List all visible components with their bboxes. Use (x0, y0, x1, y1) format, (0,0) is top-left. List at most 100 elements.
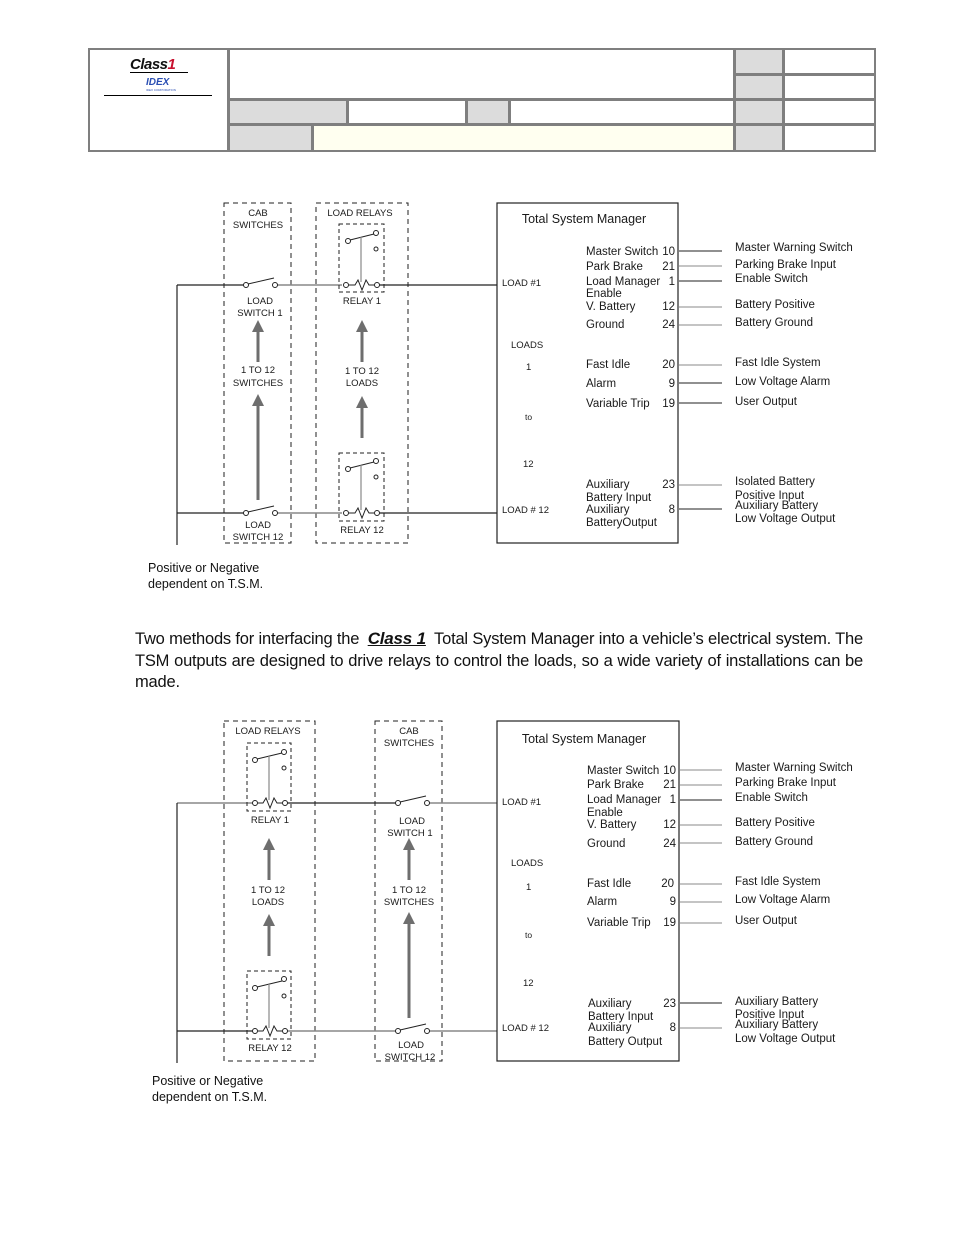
range-label: 1 TO 12 (345, 366, 379, 377)
pin-output: Low Voltage Alarm (735, 894, 830, 906)
header-field-value (785, 76, 874, 101)
pin-name: Park Brake (587, 779, 644, 791)
switch-label: SWITCH 12 (233, 532, 284, 543)
pin-output: Low Voltage Output (735, 513, 836, 525)
loads-from: 1 (526, 362, 531, 373)
logo-rule (104, 95, 212, 96)
pin-output: Battery Ground (735, 836, 813, 848)
pin-name: Load Manager (587, 794, 661, 806)
pin-name: Auxiliary (586, 504, 630, 516)
pin-output: Master Warning Switch (735, 762, 853, 774)
pin-number: 19 (663, 917, 676, 929)
logo-cell: Class1 IDEX IDEX CORPORATION (90, 50, 230, 150)
cab-box-title: SWITCHES (233, 220, 283, 231)
tsm-title: Total System Manager (522, 212, 646, 226)
pin-output: Enable Switch (735, 273, 808, 285)
load-switch-12-symbol (243, 505, 278, 516)
load-label: LOAD # 12 (502, 505, 549, 516)
pin-name: Battery Output (588, 1036, 663, 1048)
wiring-diagram-1: CAB SWITCHES LOAD RELAYS LOAD SWITCH 1 1… (176, 202, 853, 545)
load-switch-12-symbol (395, 1023, 430, 1034)
relay-12-symbol (338, 452, 385, 522)
header-field-value (511, 101, 736, 126)
pin-output: Parking Brake Input (735, 259, 837, 271)
pin-name: Auxiliary (588, 998, 632, 1010)
pin-number: 12 (662, 301, 675, 313)
range-label: LOADS (346, 378, 378, 389)
pin-name: Park Brake (586, 261, 643, 273)
pin-name: Enable (586, 288, 622, 300)
pin-output: Enable Switch (735, 792, 808, 804)
relay-box-title: LOAD RELAYS (327, 208, 392, 219)
pin-name: Alarm (586, 378, 616, 390)
pin-output: Low Voltage Output (735, 1033, 836, 1045)
pin-name: Alarm (587, 896, 617, 908)
relay-1-symbol (246, 742, 292, 812)
load-label: LOAD #1 (502, 278, 541, 289)
pin-number: 24 (663, 838, 676, 850)
switch-label: LOAD (399, 816, 425, 827)
header-field-value (785, 126, 874, 150)
pin-number: 21 (663, 779, 676, 791)
loads-to-word: to (525, 412, 532, 422)
switch-label: SWITCH 1 (387, 828, 432, 839)
range-label: 1 TO 12 (251, 885, 285, 896)
pin-number: 19 (662, 398, 675, 410)
relay-1-symbol (338, 223, 385, 293)
pin-number: 23 (663, 998, 676, 1010)
pin-number: 9 (670, 896, 676, 908)
pin-name: Master Switch (586, 246, 658, 258)
pin-number: 20 (662, 359, 675, 371)
wiring-diagram-2: LOAD RELAYS CAB SWITCHES RELAY 1 1 TO 12… (176, 720, 853, 1063)
document-header-table: Class1 IDEX IDEX CORPORATION (88, 48, 876, 152)
load-switch-1-symbol (243, 277, 278, 288)
tsm-pin-list: Master Switch 10 Master Warning Switch P… (587, 762, 853, 1048)
loads-from: 1 (526, 882, 531, 893)
header-field-value (349, 101, 468, 126)
brand-text: Class (130, 56, 168, 73)
pin-output: Parking Brake Input (735, 777, 837, 789)
load-label: LOAD # 12 (502, 1023, 549, 1034)
pin-name: Load Manager (586, 276, 660, 288)
relay-label: RELAY 1 (343, 296, 381, 307)
range-label: SWITCHES (233, 378, 283, 389)
class1-inline-logo: Class 1 (367, 629, 426, 648)
load-label: LOAD #1 (502, 797, 541, 808)
pin-name: Ground (586, 319, 624, 331)
idex-logo: IDEX (146, 77, 170, 88)
switch-label: LOAD (247, 296, 273, 307)
relay-box-title: LOAD RELAYS (235, 726, 300, 737)
note-line: dependent on T.S.M. (148, 577, 264, 591)
pin-output: Battery Ground (735, 317, 813, 329)
cab-box-title: CAB (399, 726, 419, 737)
cab-box-title: SWITCHES (384, 738, 434, 749)
pin-output: User Output (735, 915, 798, 927)
range-label: 1 TO 12 (392, 885, 426, 896)
pin-name: Battery Input (586, 492, 652, 504)
pin-output: Fast Idle System (735, 876, 821, 888)
relay-label: RELAY 1 (251, 815, 289, 826)
polarity-note-1: Positive or Negative dependent on T.S.M. (148, 560, 263, 592)
header-field-label (468, 101, 511, 126)
switch-label: LOAD (245, 520, 271, 531)
note-line: Positive or Negative (152, 1074, 264, 1088)
header-field-value (785, 50, 874, 76)
pin-output: Battery Positive (735, 299, 815, 311)
pin-output: Master Warning Switch (735, 242, 853, 254)
note-line: dependent on T.S.M. (152, 1090, 268, 1104)
pin-number: 1 (670, 794, 676, 806)
header-field-label (736, 126, 785, 150)
loads-label: LOADS (511, 858, 543, 869)
pin-output: Isolated Battery (735, 476, 815, 488)
pin-number: 12 (663, 819, 676, 831)
class1-logo: Class1 (130, 56, 176, 73)
pin-number: 24 (662, 319, 675, 331)
pin-name: BatteryOutput (586, 517, 658, 529)
pin-name: Auxiliary (586, 479, 630, 491)
tsm-pin-list: Master Switch 10 Master Warning Switch P… (586, 242, 853, 529)
paragraph-text: Two methods for interfacing the (135, 630, 360, 648)
description-paragraph: Two methods for interfacing the Class 1 … (135, 628, 863, 694)
logo-underline (130, 72, 188, 73)
range-label: SWITCHES (384, 897, 434, 908)
pin-output: Auxiliary Battery (735, 996, 818, 1008)
